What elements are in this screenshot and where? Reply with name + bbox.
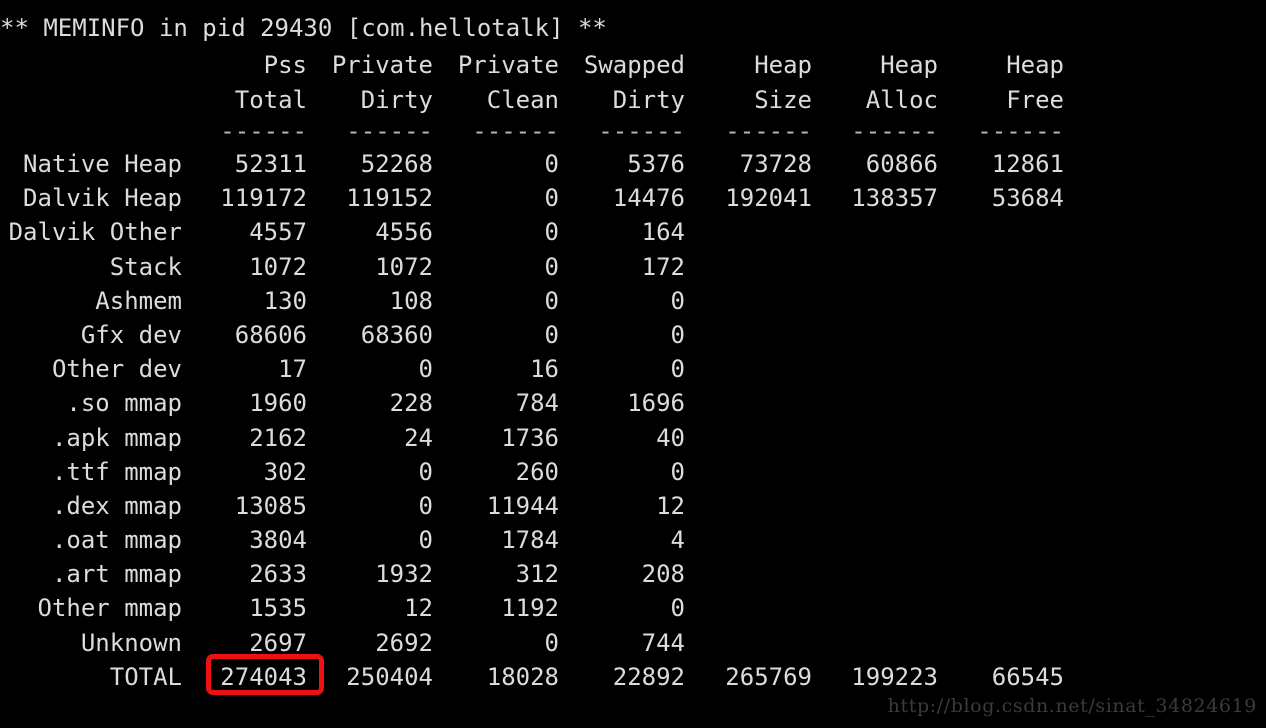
cell-value: 0 — [670, 320, 685, 349]
table-row: .art mmap 2633 1932 312 208 — [0, 557, 1266, 591]
table-header-row-2: Total Dirty Clean Dirty Size Alloc Free — [0, 83, 1266, 118]
table-row: .so mmap 1960 228 784 1696 — [0, 386, 1266, 420]
cell-value: 0 — [670, 457, 685, 486]
cell-value: 164 — [641, 218, 685, 247]
table-row: Native Heap 52311 52268 0 5376 73728 60866 1286… — [0, 147, 1266, 181]
table-row: Unknown 2697 2692 0 744 — [0, 626, 1266, 660]
table-row: Other dev 17 0 16 0 — [0, 352, 1266, 386]
table-row: .oat mmap 3804 0 1784 4 — [0, 523, 1266, 557]
cell-value: 12 — [656, 491, 685, 520]
header-heap-3: Heap — [1006, 51, 1064, 79]
table-row: Dalvik Other 4557 4556 0 164 — [0, 215, 1266, 249]
cell-value: 66545 — [991, 662, 1064, 691]
cell-value: 172 — [641, 252, 685, 281]
header-free: Free — [1006, 85, 1064, 114]
table-body: Native Heap 52311 52268 0 5376 73728 60866 1286… — [0, 147, 1266, 694]
cell-value: 53684 — [991, 184, 1064, 213]
separator-col-7: ------ — [977, 117, 1064, 145]
cell-value: 1696 — [627, 389, 685, 418]
table-row: Gfx dev 68606 68360 0 0 — [0, 318, 1266, 352]
meminfo-table: Pss Private Private Swapped Heap Heap He… — [0, 48, 1266, 694]
meminfo-title: ** MEMINFO in pid 29430 [com.hellotalk] … — [0, 14, 607, 42]
table-separator-row: ------ ------ ------ ------ ------ -----… — [0, 117, 1266, 147]
cell-value: 12861 — [991, 150, 1064, 178]
table-row: TOTAL 274043 250404 18028 22892 265769 199223 6… — [0, 660, 1266, 694]
cell-value: 0 — [670, 286, 685, 315]
terminal-screen: ** MEMINFO in pid 29430 [com.hellotalk] … — [0, 0, 1266, 728]
table-row: Ashmem 130 108 0 0 — [0, 284, 1266, 318]
table-row: Dalvik Heap 119172 119152 0 14476 192041 13835… — [0, 181, 1266, 215]
cell-value: 0 — [670, 594, 685, 623]
table-row: .apk mmap 2162 24 1736 40 — [0, 421, 1266, 455]
table-row: .dex mmap 13085 0 11944 12 — [0, 489, 1266, 523]
table-header-row-1: Pss Private Private Swapped Heap Heap He… — [0, 48, 1266, 83]
table-row: .ttf mmap 302 0 260 0 — [0, 455, 1266, 489]
cell-value: 744 — [641, 628, 685, 657]
table-row: Other mmap 1535 12 1192 0 — [0, 591, 1266, 625]
cell-value: 0 — [670, 355, 685, 384]
cell-value: 208 — [641, 560, 685, 589]
cell-value: 4 — [670, 526, 685, 555]
cell-value: 40 — [656, 423, 685, 452]
table-row: Stack 1072 1072 0 172 — [0, 250, 1266, 284]
watermark-url: http://blog.csdn.net/sinat_34824619 — [887, 695, 1257, 717]
